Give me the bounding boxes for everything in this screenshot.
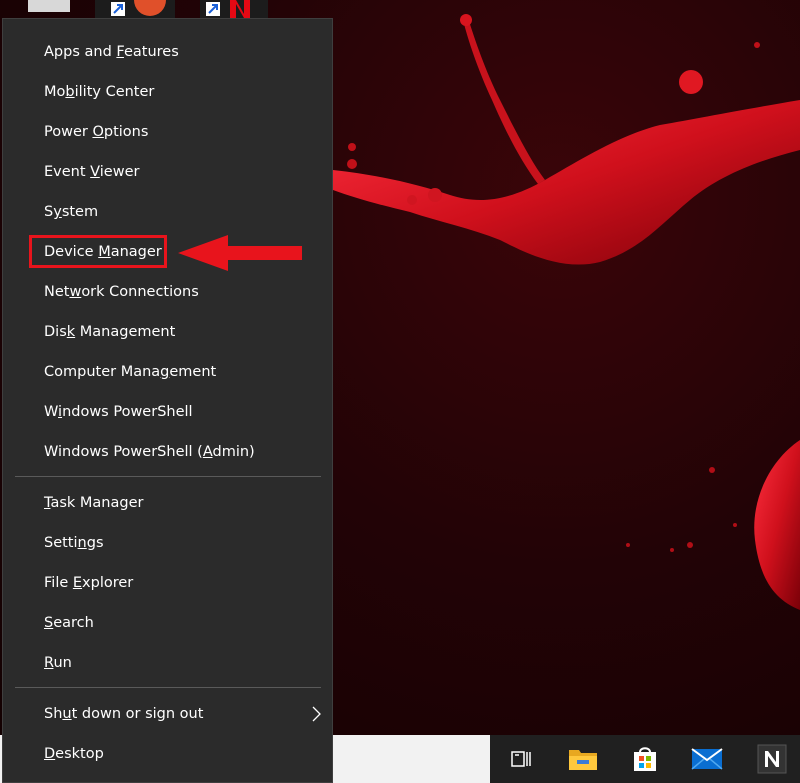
menu-item-label: Task Manager <box>44 495 144 511</box>
access-key: E <box>72 575 83 591</box>
menu-item-label: Shut down or sign out <box>44 706 204 722</box>
menu-item-label: System <box>44 204 99 220</box>
desktop-shortcut-icon[interactable] <box>95 0 175 18</box>
menu-item-label: Power Options <box>44 124 149 140</box>
app-n-icon <box>757 744 787 774</box>
menu-item-settings[interactable]: Settings <box>3 523 332 563</box>
file-explorer-icon <box>569 750 597 770</box>
chevron-right-icon <box>312 706 321 722</box>
access-key: k <box>66 324 76 340</box>
access-key: b <box>65 84 75 100</box>
menu-item-disk-management[interactable]: Disk Management <box>3 312 332 352</box>
menu-item-windows-powershell-admin[interactable]: Windows PowerShell (Admin) <box>3 432 332 472</box>
menu-item-label: Network Connections <box>44 284 199 300</box>
file-explorer-taskbar-button[interactable] <box>555 735 611 783</box>
access-key: n <box>77 535 87 551</box>
menu-item-label: Run <box>44 655 72 671</box>
menu-item-label: Disk Management <box>44 324 176 340</box>
menu-item-label: Event Viewer <box>44 164 140 180</box>
access-key: y <box>53 204 62 220</box>
menu-separator <box>15 687 321 688</box>
menu-item-label: File Explorer <box>44 575 134 591</box>
menu-item-label: Computer Management <box>44 364 217 380</box>
mail-taskbar-button[interactable] <box>679 735 735 783</box>
menu-item-mobility-center[interactable]: Mobility Center <box>3 72 332 112</box>
menu-item-label: Windows PowerShell (Admin) <box>44 444 255 460</box>
access-key: g <box>160 364 170 380</box>
task-view-icon <box>511 751 531 767</box>
task-view-button[interactable] <box>493 735 549 783</box>
menu-item-label: Mobility Center <box>44 84 155 100</box>
menu-item-windows-powershell[interactable]: Windows PowerShell <box>3 392 332 432</box>
access-key: S <box>44 615 54 631</box>
store-icon <box>634 747 656 771</box>
menu-item-label: Desktop <box>44 746 104 762</box>
menu-item-computer-management[interactable]: Computer Management <box>3 352 332 392</box>
access-key: u <box>62 706 72 722</box>
winx-power-user-menu: Apps and Features Mobility Center Power Op… <box>2 18 333 783</box>
menu-item-power-options[interactable]: Power Options <box>3 112 332 152</box>
store-taskbar-button[interactable] <box>617 735 673 783</box>
desktop-shortcut-icon[interactable] <box>200 0 268 18</box>
menu-item-system[interactable]: System <box>3 192 332 232</box>
mail-icon <box>691 748 723 770</box>
pointer-arrow-icon <box>178 235 302 271</box>
device-manager-highlight-box <box>29 235 167 268</box>
menu-item-label: Settings <box>44 535 104 551</box>
access-key: w <box>69 284 82 300</box>
access-key: A <box>202 444 213 460</box>
desktop-shortcut-icon[interactable] <box>28 0 70 12</box>
menu-item-file-explorer[interactable]: File Explorer <box>3 563 332 603</box>
menu-item-run[interactable]: Run <box>3 643 332 683</box>
menu-item-desktop[interactable]: Desktop <box>3 734 332 774</box>
menu-item-label: Apps and Features <box>44 44 179 60</box>
access-key: F <box>116 44 124 60</box>
menu-item-shut-down-or-sign-out[interactable]: Shut down or sign out <box>3 694 332 734</box>
menu-separator <box>15 476 321 477</box>
access-key: D <box>44 746 56 762</box>
access-key: O <box>92 124 104 140</box>
access-key: V <box>90 164 100 180</box>
menu-item-event-viewer[interactable]: Event Viewer <box>3 152 332 192</box>
menu-item-task-manager[interactable]: Task Manager <box>3 483 332 523</box>
menu-item-label: Search <box>44 615 94 631</box>
menu-item-search[interactable]: Search <box>3 603 332 643</box>
menu-item-label: Windows PowerShell <box>44 404 193 420</box>
app-n-taskbar-button[interactable] <box>744 735 800 783</box>
menu-item-apps-and-features[interactable]: Apps and Features <box>3 32 332 72</box>
menu-item-network-connections[interactable]: Network Connections <box>3 272 332 312</box>
